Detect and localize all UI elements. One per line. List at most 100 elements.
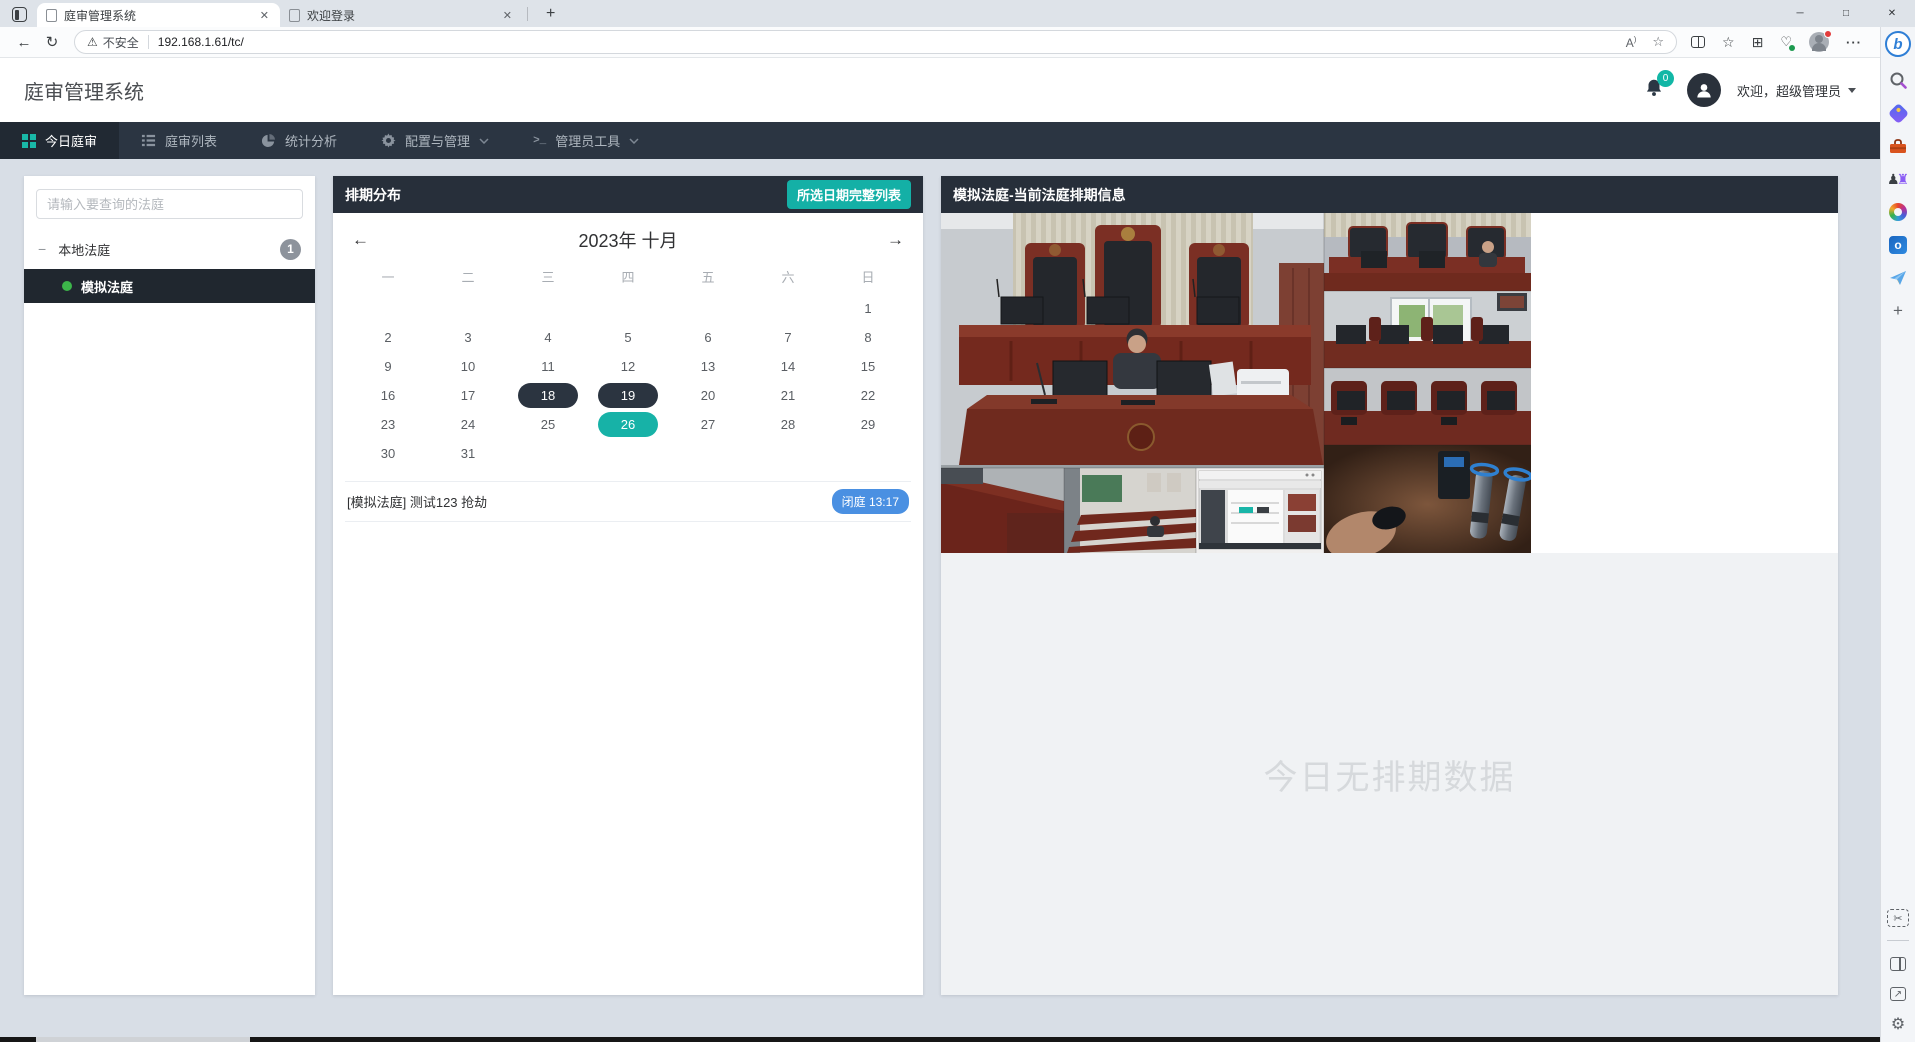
calendar-day-20[interactable]: 20: [668, 381, 748, 410]
weekday-label: 一: [348, 267, 428, 294]
scrollbar-thumb[interactable]: [36, 1037, 250, 1042]
nav-label: 今日庭审: [45, 131, 97, 150]
nav-item-1[interactable]: 今日庭审: [0, 122, 119, 159]
read-aloud-icon[interactable]: A): [1626, 35, 1637, 50]
shopping-icon[interactable]: [1888, 103, 1908, 123]
gear-icon: [381, 133, 396, 148]
maximize-button[interactable]: □: [1823, 0, 1869, 27]
calendar-day-30[interactable]: 30: [348, 439, 428, 468]
browser-essentials-icon[interactable]: ♡: [1780, 34, 1792, 50]
calendar-day-22[interactable]: 22: [828, 381, 908, 410]
calendar-empty-cell: [668, 294, 748, 323]
outlook-icon[interactable]: o: [1888, 235, 1908, 255]
calendar-day-28[interactable]: 28: [748, 410, 828, 439]
court-search-input[interactable]: [36, 189, 303, 219]
favorite-star-icon[interactable]: ☆: [1652, 34, 1664, 50]
calendar-day-6[interactable]: 6: [668, 323, 748, 352]
calendar-day-5[interactable]: 5: [588, 323, 668, 352]
user-avatar[interactable]: [1687, 73, 1721, 107]
calendar-day-11[interactable]: 11: [508, 352, 588, 381]
open-external-icon[interactable]: ↗: [1890, 987, 1906, 1001]
microsoft365-icon[interactable]: [1888, 202, 1908, 222]
calendar-day-3[interactable]: 3: [428, 323, 508, 352]
calendar-day-10[interactable]: 10: [428, 352, 508, 381]
pie-chart-icon: [261, 133, 276, 148]
calendar-day-26[interactable]: 26: [588, 410, 668, 439]
search-icon[interactable]: [1888, 70, 1908, 90]
calendar-day-24[interactable]: 24: [428, 410, 508, 439]
tree-node-label: 本地法庭: [58, 240, 110, 259]
nav-item-5[interactable]: >_管理员工具: [511, 122, 661, 159]
horizontal-scrollbar[interactable]: [0, 1037, 1880, 1042]
new-tab-button[interactable]: +: [538, 5, 563, 23]
nav-item-3[interactable]: 统计分析: [239, 122, 359, 159]
bing-chat-icon[interactable]: b: [1885, 31, 1911, 57]
calendar-day-23[interactable]: 23: [348, 410, 428, 439]
welcome-user-dropdown[interactable]: 欢迎，超级管理员: [1737, 81, 1856, 100]
video-gallery-window-view: [1324, 291, 1531, 368]
calendar-empty-cell: [748, 439, 828, 468]
browser-tab-inactive[interactable]: 欢迎登录 ✕: [280, 3, 523, 27]
calendar-day-4[interactable]: 4: [508, 323, 588, 352]
calendar-day-14[interactable]: 14: [748, 352, 828, 381]
calendar-day-13[interactable]: 13: [668, 352, 748, 381]
calendar-day-18[interactable]: 18: [508, 381, 588, 410]
calendar-day-2[interactable]: 2: [348, 323, 428, 352]
nav-item-4[interactable]: 配置与管理: [359, 122, 511, 159]
drop-icon[interactable]: [1888, 268, 1908, 288]
browser-tab-active[interactable]: 庭审管理系统 ✕: [37, 3, 280, 27]
schedule-list-item[interactable]: [模拟法庭] 测试123 抢劫 闭庭 13:17: [345, 481, 911, 522]
browser-profile-avatar[interactable]: [1809, 32, 1829, 52]
calendar-day-12[interactable]: 12: [588, 352, 668, 381]
calendar-day-8[interactable]: 8: [828, 323, 908, 352]
calendar-day-1[interactable]: 1: [828, 294, 908, 323]
favorites-icon[interactable]: ☆: [1722, 34, 1735, 51]
refresh-icon[interactable]: ↻: [38, 33, 66, 51]
address-bar[interactable]: ⚠ 不安全 192.168.1.61/tc/ A) ☆: [74, 30, 1677, 54]
calendar-day-31[interactable]: 31: [428, 439, 508, 468]
split-screen-icon[interactable]: [1888, 954, 1908, 974]
next-month-icon[interactable]: →: [883, 230, 908, 250]
calendar-day-16[interactable]: 16: [348, 381, 428, 410]
list-icon: [141, 133, 156, 148]
settings-icon[interactable]: ⚙: [1888, 1014, 1908, 1034]
calendar-day-27[interactable]: 27: [668, 410, 748, 439]
browser-menu-icon[interactable]: ···: [1846, 35, 1862, 50]
nav-label: 庭审列表: [165, 131, 217, 150]
split-screen-icon[interactable]: [1691, 36, 1705, 48]
schedule-panel: 排期分布 所选日期完整列表 ← 2023年 十月 → 一二三四五六日123456…: [333, 176, 923, 995]
calendar-empty-cell: [588, 439, 668, 468]
minimize-button[interactable]: ─: [1777, 0, 1823, 27]
collections-icon[interactable]: ⊞: [1752, 34, 1764, 51]
calendar-day-9[interactable]: 9: [348, 352, 428, 381]
calendar-day-21[interactable]: 21: [748, 381, 828, 410]
calendar-empty-cell: [828, 439, 908, 468]
tab-separator: [527, 7, 528, 21]
weekday-label: 四: [588, 267, 668, 294]
weekday-label: 六: [748, 267, 828, 294]
calendar-day-15[interactable]: 15: [828, 352, 908, 381]
tree-node-local-courts[interactable]: − 本地法庭 1: [24, 229, 315, 269]
collapse-icon[interactable]: −: [38, 241, 46, 257]
full-list-button[interactable]: 所选日期完整列表: [787, 180, 911, 209]
calendar-day-19[interactable]: 19: [588, 381, 668, 410]
capture-icon[interactable]: ✂: [1887, 909, 1909, 927]
calendar-day-25[interactable]: 25: [508, 410, 588, 439]
calendar-day-7[interactable]: 7: [748, 323, 828, 352]
games-icon[interactable]: ♟♜: [1888, 169, 1908, 189]
tab-close-icon[interactable]: ✕: [501, 9, 514, 22]
close-button[interactable]: ✕: [1869, 0, 1915, 27]
chevron-down-icon: [629, 138, 639, 144]
tab-workspaces-icon[interactable]: [12, 7, 27, 22]
back-icon[interactable]: ←: [10, 34, 38, 51]
calendar-empty-cell: [588, 294, 668, 323]
notification-bell-icon[interactable]: 0: [1643, 77, 1665, 104]
calendar-day-17[interactable]: 17: [428, 381, 508, 410]
add-icon[interactable]: +: [1888, 301, 1908, 321]
calendar-day-29[interactable]: 29: [828, 410, 908, 439]
tab-close-icon[interactable]: ✕: [258, 9, 271, 22]
tools-icon[interactable]: [1888, 136, 1908, 156]
nav-item-2[interactable]: 庭审列表: [119, 122, 239, 159]
prev-month-icon[interactable]: ←: [348, 230, 373, 250]
tree-item-mock-court-selected[interactable]: 模拟法庭: [24, 269, 315, 303]
